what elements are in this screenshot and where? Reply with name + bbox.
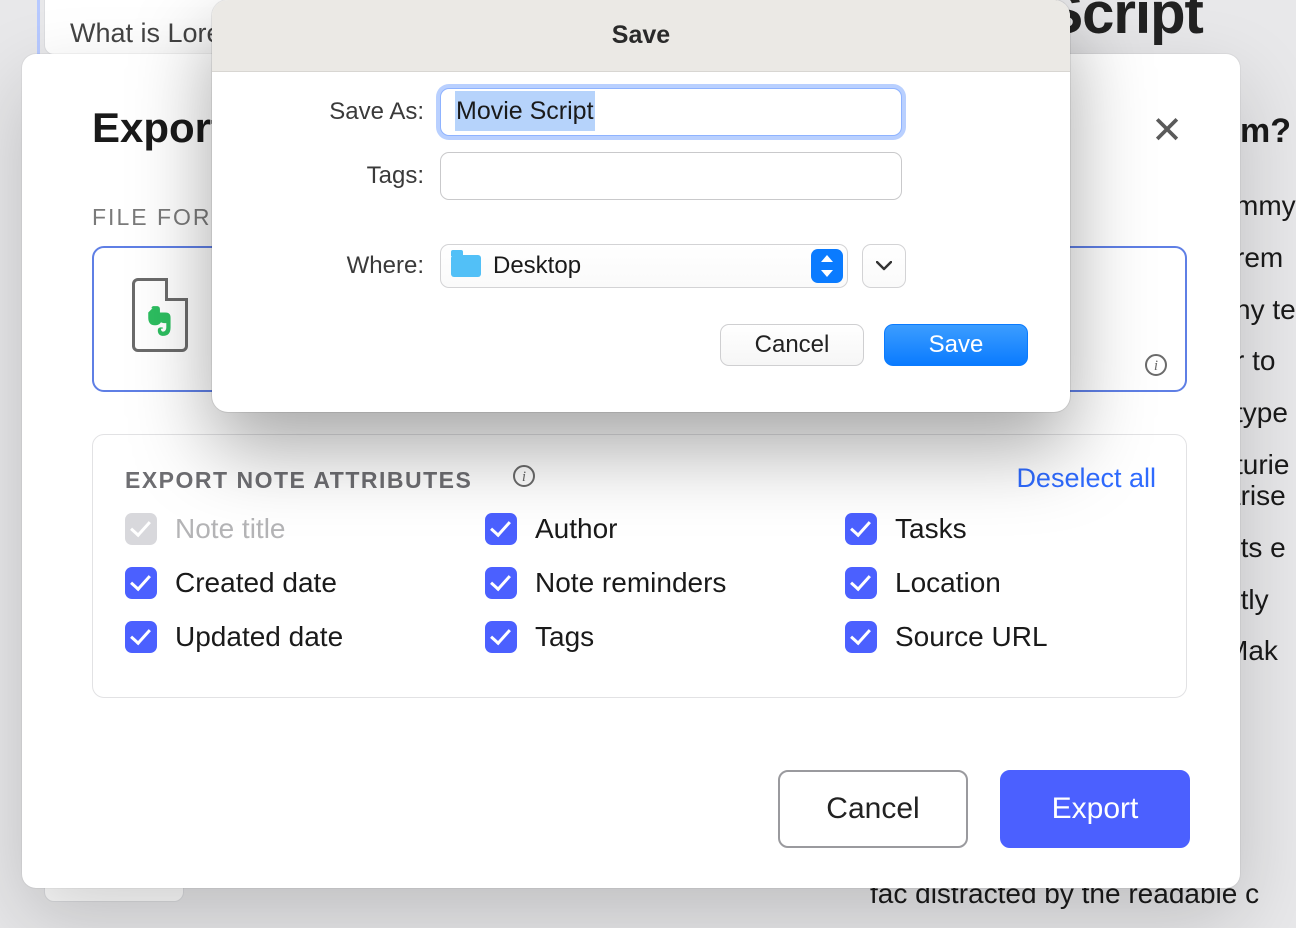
tags-row: Tags: (244, 152, 1038, 200)
deselect-all-link[interactable]: Deselect all (1016, 463, 1156, 494)
save-footer: Cancel Save (720, 324, 1028, 366)
folder-icon (451, 255, 481, 277)
where-select[interactable]: Desktop (440, 244, 848, 288)
file-format-label: FILE FOR (92, 204, 212, 231)
checkbox[interactable] (125, 621, 157, 653)
attr-tags[interactable]: Tags (485, 621, 845, 653)
checkbox[interactable] (845, 513, 877, 545)
checkbox[interactable] (485, 513, 517, 545)
attr-note-title: Note title (125, 513, 485, 545)
attr-label: Note reminders (535, 567, 726, 599)
save-title: Save (212, 0, 1070, 72)
attr-label: Source URL (895, 621, 1048, 653)
attr-note-reminders[interactable]: Note reminders (485, 567, 845, 599)
tags-label: Tags: (244, 162, 440, 190)
close-icon[interactable]: ✕ (1148, 112, 1186, 150)
evernote-icon (144, 304, 178, 338)
checkbox[interactable] (845, 567, 877, 599)
attr-label: Created date (175, 567, 337, 599)
export-button[interactable]: Export (1000, 770, 1190, 848)
checkbox (125, 513, 157, 545)
doc-body-fragment: mmy rem ny te r to type turie (1235, 180, 1296, 491)
updown-icon (811, 249, 843, 283)
attributes-grid: Note title Author Tasks Created date Not… (125, 513, 1156, 653)
info-icon[interactable]: i (513, 465, 535, 487)
where-row: Where: Desktop (244, 244, 1038, 288)
export-footer: Cancel Export (778, 770, 1190, 848)
checkbox[interactable] (485, 567, 517, 599)
save-as-input[interactable]: Movie Script (440, 88, 902, 136)
expand-button[interactable] (862, 244, 906, 288)
save-as-value: Movie Script (455, 91, 595, 131)
checkbox[interactable] (485, 621, 517, 653)
save-as-label: Save As: (244, 98, 440, 126)
attr-author[interactable]: Author (485, 513, 845, 545)
cancel-button[interactable]: Cancel (778, 770, 968, 848)
attr-tasks[interactable]: Tasks (845, 513, 1156, 545)
attr-created-date[interactable]: Created date (125, 567, 485, 599)
chevron-down-icon (876, 261, 892, 271)
tags-input[interactable] (440, 152, 902, 200)
attr-label: Location (895, 567, 1001, 599)
attr-updated-date[interactable]: Updated date (125, 621, 485, 653)
save-as-row: Save As: Movie Script (244, 88, 1038, 136)
where-label: Where: (244, 252, 440, 280)
save-confirm-button[interactable]: Save (884, 324, 1028, 366)
export-attributes-label: EXPORT NOTE ATTRIBUTES (125, 467, 472, 494)
note-snippet: What is Lore (70, 18, 222, 49)
attr-source-url[interactable]: Source URL (845, 621, 1156, 653)
attr-label: Tasks (895, 513, 967, 545)
attr-location[interactable]: Location (845, 567, 1156, 599)
attr-label: Note title (175, 513, 286, 545)
checkbox[interactable] (845, 621, 877, 653)
attr-label: Updated date (175, 621, 343, 653)
checkbox[interactable] (125, 567, 157, 599)
save-cancel-button[interactable]: Cancel (720, 324, 864, 366)
info-icon[interactable]: i (1145, 354, 1167, 376)
save-dialog: Save Save As: Movie Script Tags: Where: (212, 0, 1070, 412)
attr-label: Tags (535, 621, 594, 653)
export-attributes-card: EXPORT NOTE ATTRIBUTES i Deselect all No… (92, 434, 1187, 698)
export-title: Export (92, 104, 225, 152)
attr-label: Author (535, 513, 618, 545)
doc-heading-fragment: m? (1240, 112, 1291, 151)
where-value: Desktop (493, 252, 581, 280)
